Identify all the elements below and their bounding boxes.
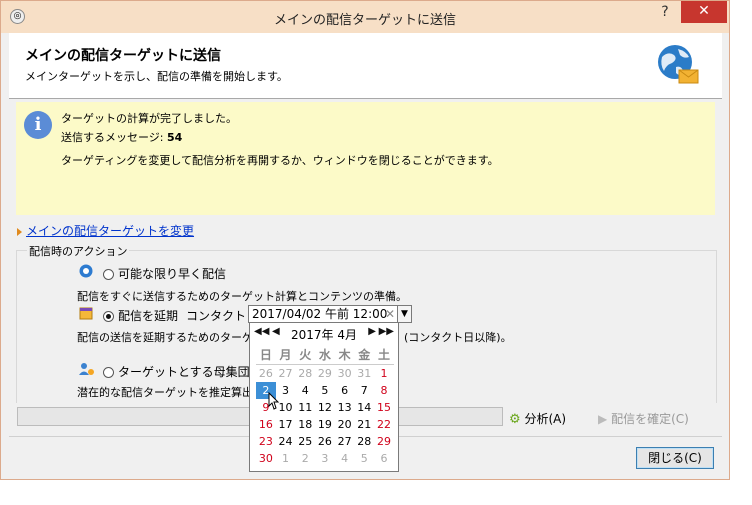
messages-count: 54 xyxy=(167,131,183,144)
weekday-label: 土 xyxy=(377,348,390,362)
postpone-description-1: 配信の送信を延期するためのターゲッ xyxy=(77,331,264,344)
globe-mail-icon xyxy=(658,45,699,84)
calendar-day[interactable]: 27 xyxy=(335,433,355,450)
calendar-day[interactable]: 25 xyxy=(295,433,315,450)
calendar-day[interactable]: 29 xyxy=(315,365,335,382)
postpone-description-2: (コンタクト日以降)。 xyxy=(404,331,512,344)
calendar-day[interactable]: 28 xyxy=(295,365,315,382)
info-status: ターゲットの計算が完了しました。 xyxy=(61,112,237,125)
calendar-day[interactable]: 30 xyxy=(335,365,355,382)
actions-group-label: 配信時のアクション xyxy=(27,243,130,259)
weekday-label: 日 xyxy=(259,348,272,362)
page-subtitle: メインターゲットを示し、配信の準備を開始します。 xyxy=(25,70,288,83)
help-button[interactable]: ? xyxy=(651,1,679,25)
dialog-header: メインの配信ターゲットに送信 メインターゲットを示し、配信の準備を開始します。 xyxy=(9,33,722,99)
analyze-button[interactable]: ⚙ 分析(A) xyxy=(509,410,566,427)
calendar-day[interactable]: 12 xyxy=(315,399,335,416)
next-year-icon[interactable]: ▶▶ xyxy=(379,326,394,337)
calendar-day[interactable]: 29 xyxy=(374,433,394,450)
confirm-label: 配信を確定(C) xyxy=(611,412,689,426)
calendar-day[interactable]: 16 xyxy=(256,416,276,433)
estimate-radio[interactable] xyxy=(103,367,114,378)
asap-radio[interactable] xyxy=(103,269,114,280)
date-dropdown-button[interactable]: ▼ xyxy=(397,305,412,323)
calendar-day[interactable]: 26 xyxy=(256,365,276,382)
postpone-label: 配信を延期 xyxy=(118,309,179,323)
calendar-day[interactable]: 2 xyxy=(295,450,315,467)
calendar-day[interactable]: 20 xyxy=(335,416,355,433)
next-month-icon[interactable]: ▶ xyxy=(368,326,376,337)
calendar-day[interactable]: 28 xyxy=(354,433,374,450)
calendar-day[interactable]: 13 xyxy=(335,399,355,416)
calendar-icon xyxy=(79,307,93,320)
calendar-day[interactable]: 19 xyxy=(315,416,335,433)
clear-date-icon[interactable]: ✕ xyxy=(385,306,395,322)
play-icon: ▶ xyxy=(598,412,608,426)
confirm-delivery-button[interactable]: ▶ 配信を確定(C) xyxy=(598,410,689,427)
asap-description: 配信をすぐに送信するためのターゲット計算とコンテンツの準備。 xyxy=(77,290,407,303)
calendar-day[interactable]: 1 xyxy=(374,365,394,382)
calendar-day[interactable]: 24 xyxy=(276,433,296,450)
postpone-radio[interactable] xyxy=(103,311,114,322)
weekday-label: 金 xyxy=(358,348,371,362)
mouse-cursor-icon xyxy=(268,392,280,410)
calendar-day[interactable]: 30 xyxy=(256,450,276,467)
calendar-day[interactable]: 6 xyxy=(374,450,394,467)
asap-option[interactable]: 可能な限り早く配信 xyxy=(103,265,226,282)
close-button[interactable]: 閉じる(C) xyxy=(636,447,714,469)
calendar-header: ◀◀ ◀ 2017年 4月 ▶ ▶▶ xyxy=(250,325,398,343)
calendar-day[interactable]: 15 xyxy=(374,399,394,416)
contact-date-field[interactable]: 2017/04/02 午前 12:00 ✕ xyxy=(248,305,398,323)
calendar-day[interactable]: 27 xyxy=(276,365,296,382)
calendar-day[interactable]: 6 xyxy=(335,382,355,399)
weekday-label: 月 xyxy=(279,348,292,362)
page-title: メインの配信ターゲットに送信 xyxy=(25,48,221,64)
analyze-label: 分析(A) xyxy=(524,412,567,426)
calendar-day[interactable]: 5 xyxy=(354,450,374,467)
calendar-week-row: 26 27 28 29 30 31 1 xyxy=(256,365,394,382)
calendar-week-row: 30 1 2 3 4 5 6 xyxy=(256,450,394,467)
info-panel: i ターゲットの計算が完了しました。 送信するメッセージ: 54 ターゲティング… xyxy=(16,102,715,215)
calendar-day[interactable]: 21 xyxy=(354,416,374,433)
weekday-label: 木 xyxy=(338,348,351,362)
calendar-day[interactable]: 22 xyxy=(374,416,394,433)
info-icon: i xyxy=(24,111,52,139)
gear-icon: ⚙ xyxy=(509,412,521,427)
asap-label: 可能な限り早く配信 xyxy=(118,267,227,281)
postpone-option[interactable]: 配信を延期 xyxy=(103,307,178,324)
calendar-day[interactable]: 11 xyxy=(295,399,315,416)
calendar-day[interactable]: 31 xyxy=(354,365,374,382)
calendar-day[interactable]: 26 xyxy=(315,433,335,450)
calendar-day[interactable]: 3 xyxy=(315,450,335,467)
clock-icon xyxy=(79,264,93,278)
window-title: メインの配信ターゲットに送信 xyxy=(273,13,456,28)
info-messages: 送信するメッセージ: 54 xyxy=(61,129,182,145)
calendar-day[interactable]: 17 xyxy=(276,416,296,433)
calendar-day[interactable]: 4 xyxy=(335,450,355,467)
estimate-description: 潜在的な配信ターゲットを推定算出 xyxy=(77,386,253,399)
calendar-day[interactable]: 8 xyxy=(374,382,394,399)
calendar-day[interactable]: 14 xyxy=(354,399,374,416)
calendar-week-row: 16 17 18 19 20 21 22 xyxy=(256,416,394,433)
contact-date-value: 2017/04/02 午前 12:00 xyxy=(252,307,388,321)
calendar-day[interactable]: 18 xyxy=(295,416,315,433)
messages-label: 送信するメッセージ: xyxy=(61,131,164,144)
close-window-button[interactable]: ✕ xyxy=(681,1,727,23)
calendar-day[interactable]: 5 xyxy=(315,382,335,399)
calendar-day[interactable]: 4 xyxy=(295,382,315,399)
arrow-right-icon xyxy=(17,227,22,236)
change-target-link[interactable]: メインの配信ターゲットを変更 xyxy=(26,224,194,238)
population-icon xyxy=(79,363,94,375)
weekday-label: 火 xyxy=(299,348,312,362)
weekday-label: 水 xyxy=(318,348,331,362)
change-target-row: メインの配信ターゲットを変更 xyxy=(17,222,194,239)
calendar-day[interactable]: 23 xyxy=(256,433,276,450)
title-bar: ◎ メインの配信ターゲットに送信 ? ✕ xyxy=(1,1,729,33)
calendar-week-row: 23 24 25 26 27 28 29 xyxy=(256,433,394,450)
calendar-day[interactable]: 7 xyxy=(354,382,374,399)
calendar-day[interactable]: 1 xyxy=(276,450,296,467)
info-instructions: ターゲティングを変更して配信分析を再開するか、ウィンドウを閉じることができます。 xyxy=(61,154,499,167)
calendar-weekday-row: 日月火水木金土 xyxy=(256,347,394,365)
